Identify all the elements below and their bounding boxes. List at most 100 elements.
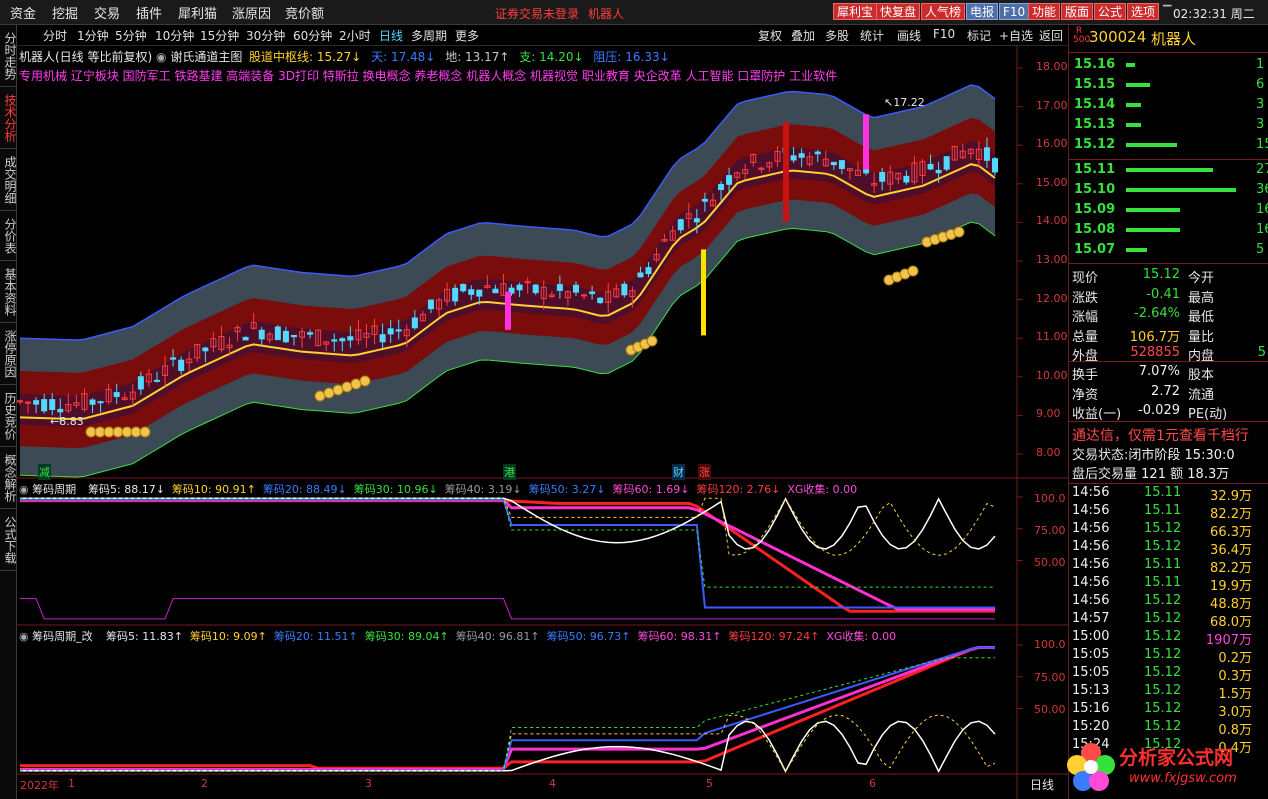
ind2-name[interactable]: 筹码周期_改 bbox=[32, 630, 93, 643]
ind2-value-7: 筹码120: 97.24↑ bbox=[728, 630, 820, 643]
tab-lishijingjia[interactable]: 历史竞价 bbox=[0, 385, 17, 447]
kuaifupan-button[interactable]: 快复盘 bbox=[876, 3, 921, 20]
ask-row[interactable]: 15.15 6 bbox=[1072, 77, 1266, 95]
diejia-button[interactable]: 叠加 bbox=[791, 27, 815, 44]
candle-body bbox=[395, 329, 402, 332]
bid-volume: 36 bbox=[1256, 182, 1268, 197]
trade-state: 交易状态:闭市阶段 15:30:0 bbox=[1072, 444, 1235, 463]
ask-row[interactable]: 15.16 1 bbox=[1072, 57, 1266, 75]
period-1min[interactable]: 1分钟 bbox=[77, 27, 109, 44]
duogu-button[interactable]: 多股 bbox=[825, 27, 849, 44]
chart-title-line: 机器人(日线 等比前复权) ◉ 谢氏通道主图 bbox=[19, 48, 242, 65]
promo-link[interactable]: 通达信，仅需1元查看千档行 bbox=[1072, 425, 1249, 444]
ind1-xg bbox=[20, 598, 995, 620]
tick-row[interactable]: 14:56 15.12 48.8万 bbox=[1072, 593, 1266, 612]
tick-row[interactable]: 15:05 15.12 0.3万 bbox=[1072, 665, 1266, 684]
menu-chajian[interactable]: 插件 bbox=[136, 3, 162, 22]
ind2-chip60 bbox=[20, 646, 995, 771]
bid-row[interactable]: 15.08 16 bbox=[1072, 222, 1268, 240]
tick-row[interactable]: 15:05 15.12 0.2万 bbox=[1072, 647, 1266, 666]
period-2h[interactable]: 2小时 bbox=[339, 27, 371, 44]
tick-row[interactable]: 14:57 15.12 68.0万 bbox=[1072, 611, 1266, 630]
bid-price: 15.08 bbox=[1074, 222, 1116, 237]
ind2-dropdown-icon[interactable]: ◉ bbox=[19, 630, 32, 643]
ask-row[interactable]: 15.13 3 bbox=[1072, 117, 1266, 135]
tab-zhangtingyuanyin[interactable]: 涨停原因 bbox=[0, 323, 17, 385]
period-60min[interactable]: 60分钟 bbox=[293, 27, 332, 44]
tick-row[interactable]: 14:56 15.11 82.2万 bbox=[1072, 503, 1266, 522]
period-15min[interactable]: 15分钟 bbox=[200, 27, 239, 44]
f10-button[interactable]: F10 bbox=[999, 3, 1030, 20]
banmian-button[interactable]: 版面 bbox=[1061, 3, 1094, 20]
bid-volume: 16 bbox=[1256, 222, 1268, 237]
indicator-dropdown-icon[interactable]: ◉ bbox=[156, 50, 170, 64]
ask-row[interactable]: 15.14 3 bbox=[1072, 97, 1266, 115]
period-fenshi[interactable]: 分时 bbox=[43, 27, 67, 44]
period-more[interactable]: 更多 bbox=[455, 27, 479, 44]
bid-row[interactable]: 15.09 16 bbox=[1072, 202, 1268, 220]
highlight-candle bbox=[783, 122, 789, 223]
period-30min[interactable]: 30分钟 bbox=[246, 27, 285, 44]
menu-zhangyuanyin[interactable]: 涨原因 bbox=[232, 3, 271, 22]
huaxian-button[interactable]: 画线 bbox=[897, 27, 921, 44]
tab-gainianjiexi[interactable]: 概念解析 bbox=[0, 447, 17, 509]
candle-body bbox=[41, 399, 48, 412]
period-10min[interactable]: 10分钟 bbox=[155, 27, 194, 44]
tab-jibenziliao[interactable]: 基本资料 bbox=[0, 261, 17, 323]
back-button[interactable]: 返回 bbox=[1039, 27, 1063, 44]
tick-row[interactable]: 14:56 15.11 82.2万 bbox=[1072, 557, 1266, 576]
ind1-value-5: 筹码50: 3.27↓ bbox=[528, 483, 606, 496]
tick-row[interactable]: 14:56 15.11 32.9万 bbox=[1072, 485, 1266, 504]
dianbao-button[interactable]: 电报 bbox=[966, 3, 999, 20]
fuquan-button[interactable]: 复权 bbox=[758, 27, 782, 44]
minimize-icon[interactable]: ▔ bbox=[1163, 5, 1171, 18]
marker-zhang[interactable]: 涨 bbox=[698, 464, 711, 480]
tab-gongshixiazai[interactable]: 公式下载 bbox=[0, 509, 17, 571]
chart-canvas[interactable] bbox=[17, 45, 1068, 799]
menu-zijin[interactable]: 资金 bbox=[10, 3, 36, 22]
marker-cai[interactable]: 财 bbox=[672, 464, 685, 480]
xuanxiang-button[interactable]: 选项 bbox=[1127, 3, 1160, 20]
menu-jingjiae[interactable]: 竞价额 bbox=[285, 3, 324, 22]
login-notice[interactable]: 证券交易未登录 bbox=[495, 5, 579, 22]
bid-row[interactable]: 15.11 27 bbox=[1072, 162, 1268, 180]
period-daily[interactable]: 日线 bbox=[379, 27, 403, 44]
add-watchlist-button[interactable]: +自选 bbox=[999, 27, 1033, 44]
f10-ctrl-button[interactable]: F10 bbox=[933, 27, 955, 41]
price-axis-label: 11.00 bbox=[1036, 330, 1068, 344]
biaoji-button[interactable]: 标记 bbox=[967, 27, 991, 44]
tick-row[interactable]: 15:13 15.12 1.5万 bbox=[1072, 683, 1266, 702]
period-5min[interactable]: 5分钟 bbox=[115, 27, 147, 44]
gongneng-button[interactable]: 功能 bbox=[1028, 3, 1061, 20]
tick-row[interactable]: 15:00 15.12 1907万 bbox=[1072, 629, 1266, 648]
indicator-name[interactable]: 谢氏通道主图 bbox=[170, 50, 242, 64]
main-value-2: 地: 13.17↑ bbox=[445, 50, 514, 64]
renqibang-button[interactable]: 人气榜 bbox=[921, 3, 966, 20]
xaxis-period[interactable]: 日线 bbox=[1030, 776, 1054, 793]
bid-row[interactable]: 15.10 36 bbox=[1072, 182, 1268, 200]
ind1-name[interactable]: 筹码周期 bbox=[32, 483, 76, 496]
ask-row[interactable]: 15.12 15 bbox=[1072, 137, 1268, 155]
tab-fenjiabiao[interactable]: 分价表 bbox=[0, 211, 17, 261]
gongshi-button[interactable]: 公式 bbox=[1094, 3, 1127, 20]
ind1-axis-50: 50.00 bbox=[1034, 556, 1066, 569]
xilibao-button[interactable]: 犀利宝 bbox=[833, 3, 878, 20]
ind1-dropdown-icon[interactable]: ◉ bbox=[19, 483, 32, 496]
marker-gang[interactable]: 港 bbox=[503, 464, 516, 480]
menu-wajue[interactable]: 挖掘 bbox=[52, 3, 78, 22]
menu-xilimao[interactable]: 犀利猫 bbox=[178, 3, 217, 22]
concept-tags[interactable]: 专用机械 辽宁板块 国防军工 铁路基建 高端装备 3D打印 特斯拉 换电概念 养… bbox=[19, 67, 837, 84]
bid-row[interactable]: 15.07 5 bbox=[1072, 242, 1266, 260]
marker-jian[interactable]: 减 bbox=[38, 464, 51, 480]
tongji-button[interactable]: 统计 bbox=[860, 27, 884, 44]
tab-chengjiaomingxi[interactable]: 成交明细 bbox=[0, 149, 17, 211]
tick-row[interactable]: 14:56 15.11 19.9万 bbox=[1072, 575, 1266, 594]
period-multi[interactable]: 多周期 bbox=[411, 27, 447, 44]
tab-fenshi[interactable]: 分时走势 bbox=[0, 25, 17, 87]
menu-jiaoyi[interactable]: 交易 bbox=[94, 3, 120, 22]
tick-row[interactable]: 14:56 15.12 66.3万 bbox=[1072, 521, 1266, 540]
tab-jishufenxi[interactable]: 技术分析 bbox=[0, 87, 17, 149]
tick-row[interactable]: 14:56 15.12 36.4万 bbox=[1072, 539, 1266, 558]
coin-bag-icon bbox=[359, 375, 371, 387]
tick-row[interactable]: 15:16 15.12 3.0万 bbox=[1072, 701, 1266, 720]
